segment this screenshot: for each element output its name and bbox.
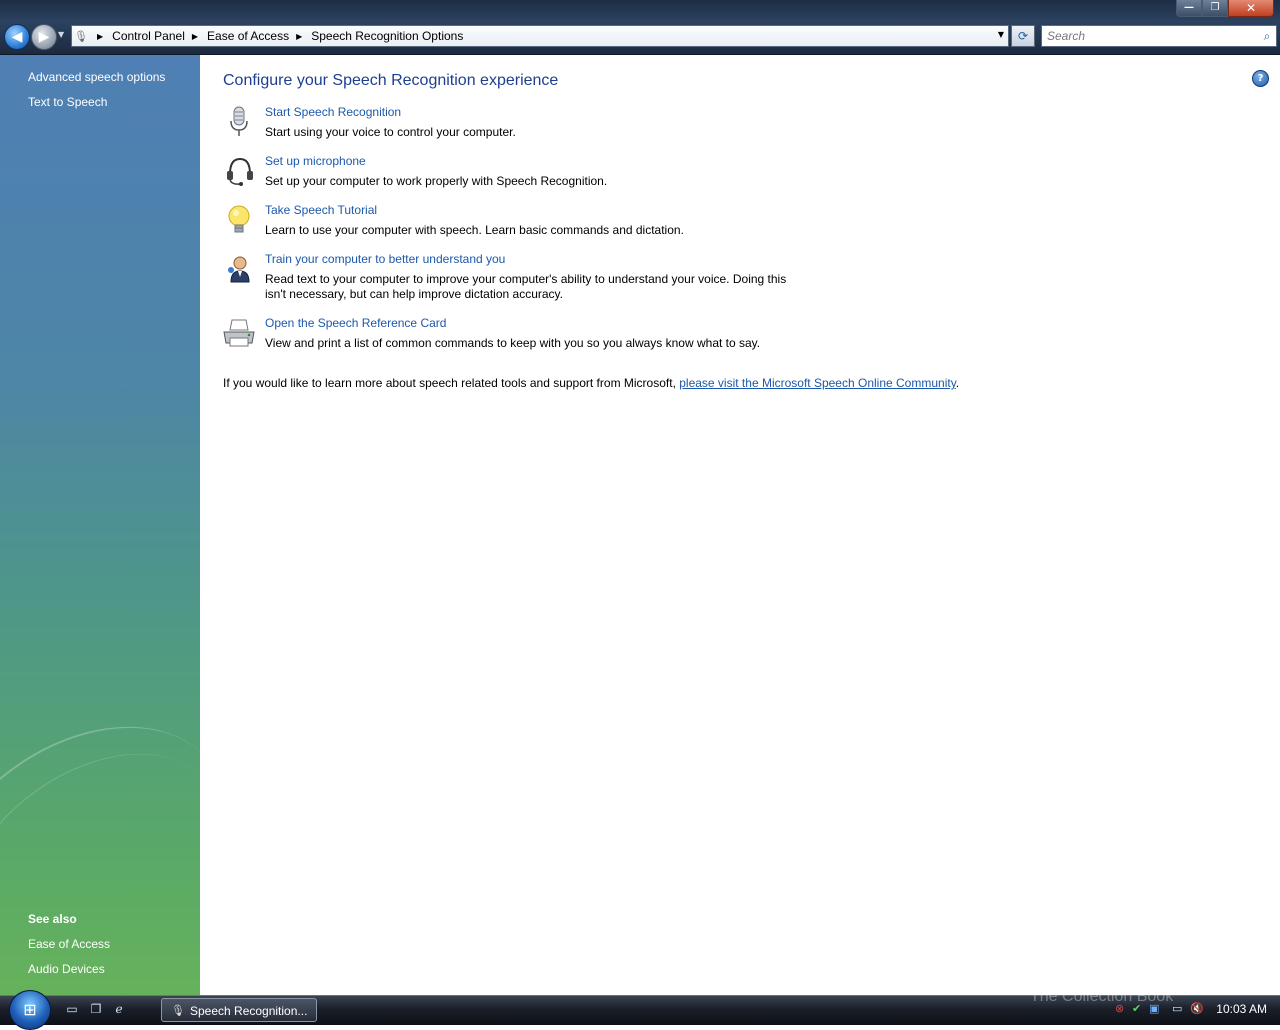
open-speech-reference-card-link[interactable]: Open the Speech Reference Card [265, 316, 446, 330]
footer-text: If you would like to learn more about sp… [223, 376, 680, 390]
recent-pages-dropdown[interactable]: ▼ [58, 30, 64, 39]
refresh-button[interactable]: ⟳ [1011, 25, 1035, 47]
taskbar-window-label: Speech Recognition... [190, 1004, 308, 1018]
internet-explorer-icon[interactable]: ℯ [110, 1002, 128, 1018]
task-pane: Advanced speech options Text to Speech S… [0, 55, 200, 995]
show-desktop-icon[interactable]: ▭ [63, 1002, 81, 1018]
back-button[interactable]: ◀ [4, 24, 30, 50]
breadcrumb-ease-of-access[interactable]: Ease of Access [207, 29, 289, 43]
task-description: Learn to use your computer with speech. … [265, 223, 684, 237]
display-icon[interactable]: ▭ [1172, 1002, 1182, 1015]
printer-icon [223, 319, 255, 347]
ease-of-access-link[interactable]: Ease of Access [28, 937, 110, 951]
main-content: ? Configure your Speech Recognition expe… [200, 55, 1280, 995]
switch-windows-icon[interactable]: ❐ [87, 1002, 105, 1018]
close-button[interactable]: ✕ [1228, 0, 1274, 17]
breadcrumb-control-panel[interactable]: Control Panel [112, 29, 185, 43]
see-also-heading: See also [28, 912, 77, 926]
footer-end: . [955, 376, 960, 390]
task-description: Read text to your computer to improve yo… [265, 272, 787, 301]
volume-muted-icon[interactable]: 🔇 [1190, 1002, 1204, 1015]
task-description: Start using your voice to control your c… [265, 125, 516, 139]
start-speech-recognition-link[interactable]: Start Speech Recognition [265, 105, 401, 119]
task-description: View and print a list of common commands… [265, 336, 761, 350]
speech-online-community-link[interactable]: please visit the Microsoft Speech Online… [679, 376, 956, 390]
breadcrumb-separator-icon[interactable]: ▶ [97, 32, 103, 41]
microphone-icon: 🎙 [74, 29, 88, 43]
taskbar-window-button[interactable]: 🎙 Speech Recognition... [161, 998, 317, 1022]
watermark: The Collection Book [1030, 988, 1174, 1005]
clock[interactable]: 10:03 AM [1216, 1002, 1267, 1016]
search-input[interactable]: Search ⌕ [1041, 25, 1277, 47]
minimize-button[interactable]: — [1176, 0, 1202, 17]
maximize-button[interactable]: ❐ [1202, 0, 1228, 17]
task-description: Set up your computer to work properly wi… [265, 174, 608, 188]
take-speech-tutorial-link[interactable]: Take Speech Tutorial [265, 203, 377, 217]
start-button[interactable]: ⊞ [9, 990, 51, 1030]
window-controls: — ❐ ✕ [1176, 0, 1274, 18]
search-placeholder[interactable]: Search [1047, 29, 1258, 43]
text-to-speech-link[interactable]: Text to Speech [28, 95, 107, 109]
breadcrumb-speech-recognition-options[interactable]: Speech Recognition Options [311, 29, 463, 43]
set-up-microphone-link[interactable]: Set up microphone [265, 154, 366, 168]
help-icon[interactable]: ? [1252, 70, 1269, 87]
train-computer-link[interactable]: Train your computer to better understand… [265, 252, 505, 266]
headset-icon [227, 157, 253, 186]
microphone-icon: 🎙 [171, 1005, 185, 1017]
breadcrumb-separator-icon[interactable]: ▶ [296, 32, 302, 41]
title-address-bar: — ❐ ✕ ◀ ▶ ▼ 🎙 ▶ Control Panel ▶ Ease of … [0, 0, 1280, 55]
breadcrumb-separator-icon[interactable]: ▶ [192, 32, 198, 41]
search-icon[interactable]: ⌕ [1258, 29, 1276, 44]
advanced-speech-options-link[interactable]: Advanced speech options [28, 70, 165, 84]
forward-button[interactable]: ▶ [31, 24, 57, 50]
lightbulb-icon [228, 205, 250, 233]
page-title: Configure your Speech Recognition experi… [223, 72, 559, 89]
footer-message: If you would like to learn more about sp… [223, 376, 959, 390]
user-train-icon [228, 256, 250, 283]
address-bar[interactable]: 🎙 ▶ Control Panel ▶ Ease of Access ▶ Spe… [71, 25, 1009, 47]
audio-devices-link[interactable]: Audio Devices [28, 962, 105, 976]
address-dropdown-icon[interactable]: ▼ [998, 30, 1004, 39]
microphone-icon [230, 106, 248, 136]
